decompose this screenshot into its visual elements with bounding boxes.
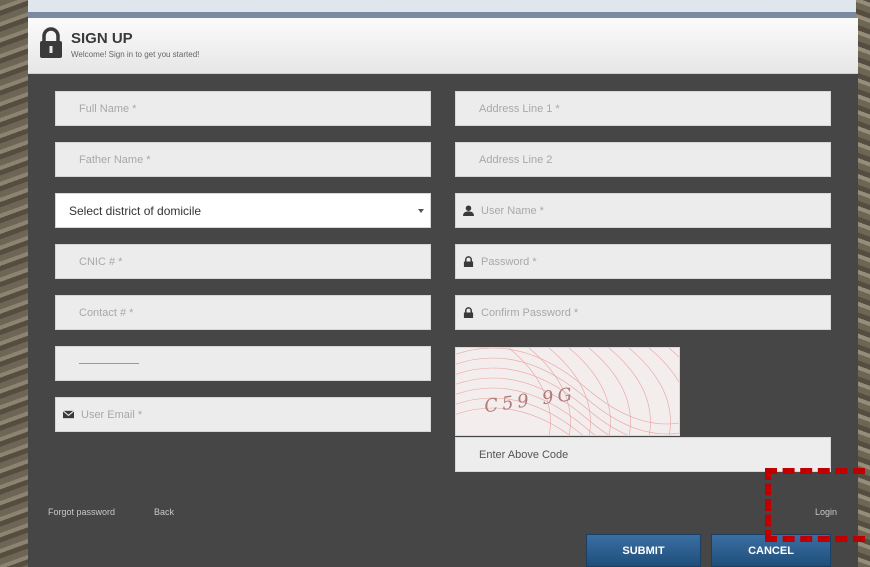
forgot-password-link[interactable]: Forgot password [48, 507, 115, 517]
confirm-password-field[interactable]: Confirm Password * [455, 295, 831, 330]
captcha-input-placeholder: Enter Above Code [479, 448, 569, 461]
back-link[interactable]: Back [154, 507, 174, 517]
padlock-icon [463, 256, 474, 267]
full-name-field[interactable]: Full Name * [55, 91, 431, 126]
full-name-placeholder: Full Name * [79, 102, 137, 115]
address-line2-placeholder: Address Line 2 [479, 153, 553, 166]
cnic-field[interactable]: CNIC # * [55, 244, 431, 279]
district-select[interactable]: Select district of domicile [55, 193, 431, 228]
password-field[interactable]: Password * [455, 244, 831, 279]
page-subtitle: Welcome! Sign in to get you started! [71, 50, 200, 59]
panel-header: SIGN UP Welcome! Sign in to get you star… [28, 18, 858, 74]
envelope-icon [63, 410, 74, 419]
date-field[interactable] [55, 346, 431, 381]
email-field[interactable]: User Email * [55, 397, 431, 432]
background-landscape-left [0, 0, 28, 567]
district-select-label: Select district of domicile [69, 203, 202, 218]
address-line1-placeholder: Address Line 1 * [479, 102, 560, 115]
browser-top-strip [0, 0, 870, 12]
cnic-placeholder: CNIC # * [79, 255, 123, 268]
password-placeholder: Password * [481, 255, 537, 268]
submit-button[interactable]: SUBMIT [586, 534, 701, 567]
signup-panel: SIGN UP Welcome! Sign in to get you star… [28, 18, 858, 567]
padlock-icon [463, 307, 474, 318]
chevron-down-icon [418, 209, 424, 213]
contact-placeholder: Contact # * [79, 306, 134, 319]
confirm-password-placeholder: Confirm Password * [481, 306, 579, 319]
father-name-placeholder: Father Name * [79, 153, 151, 166]
username-placeholder: User Name * [481, 204, 544, 217]
father-name-field[interactable]: Father Name * [55, 142, 431, 177]
user-icon [463, 205, 474, 216]
contact-field[interactable]: Contact # * [55, 295, 431, 330]
lock-icon [40, 27, 62, 58]
email-placeholder: User Email * [81, 408, 143, 421]
date-field-underline [79, 363, 139, 364]
username-field[interactable]: User Name * [455, 193, 831, 228]
captcha-input[interactable]: Enter Above Code [455, 437, 831, 472]
captcha-image: C59 9G [455, 347, 680, 436]
address-line2-field[interactable]: Address Line 2 [455, 142, 831, 177]
address-line1-field[interactable]: Address Line 1 * [455, 91, 831, 126]
page-title: SIGN UP [71, 30, 133, 47]
highlight-annotation-box [765, 468, 865, 542]
